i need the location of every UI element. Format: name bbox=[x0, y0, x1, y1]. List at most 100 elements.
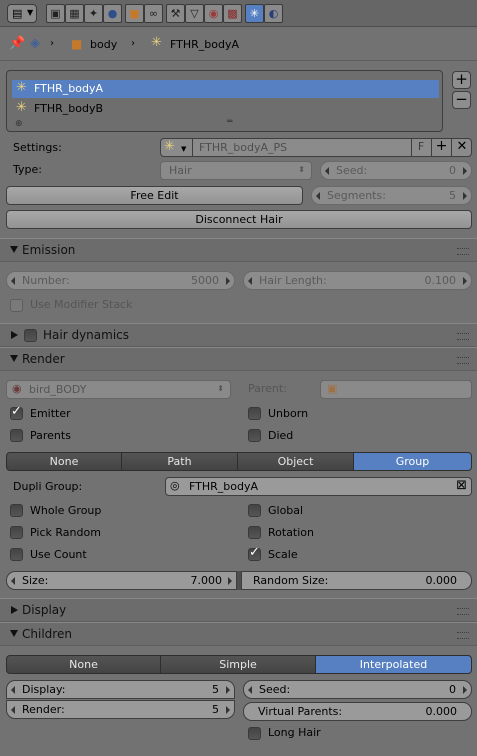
emitter-checkbox[interactable]: ✓ bbox=[10, 405, 23, 420]
resize-grip-icon[interactable]: ═ bbox=[227, 115, 232, 129]
rotation-checkbox[interactable] bbox=[248, 526, 261, 539]
breadcrumb-particle-system: FTHR_bodyA bbox=[170, 38, 239, 51]
long-hair-checkbox[interactable] bbox=[248, 727, 261, 740]
tab-world[interactable]: ● bbox=[103, 4, 122, 23]
increment-icon[interactable] bbox=[226, 706, 230, 714]
particle-settings-icon[interactable]: ✳ bbox=[164, 140, 175, 154]
new-settings-button[interactable]: + bbox=[431, 138, 451, 157]
free-edit-label: Free Edit bbox=[130, 189, 179, 202]
use-modifier-stack-checkbox[interactable] bbox=[10, 299, 23, 312]
list-item-selected[interactable]: ✳ FTHR_bodyA bbox=[12, 80, 439, 98]
tab-physics[interactable]: ◐ bbox=[264, 4, 283, 23]
fake-user-button[interactable]: F bbox=[411, 138, 430, 157]
random-size-field[interactable]: Random Size: 0.000 bbox=[241, 571, 472, 590]
increment-icon[interactable] bbox=[228, 577, 232, 585]
emission-panel-header[interactable]: Emission bbox=[0, 238, 477, 262]
material-dropdown[interactable]: ◉ bird_BODY ⬍ bbox=[6, 380, 231, 399]
decrement-icon[interactable] bbox=[325, 167, 329, 175]
add-slot-button[interactable]: + bbox=[452, 71, 471, 89]
drag-handle-icon[interactable] bbox=[457, 632, 469, 639]
tab-constraints[interactable]: ∞ bbox=[144, 4, 163, 23]
decrement-icon[interactable] bbox=[248, 277, 252, 285]
parent-field[interactable]: ▣ bbox=[320, 380, 472, 399]
drag-handle-icon[interactable] bbox=[457, 248, 469, 255]
drag-handle-icon[interactable] bbox=[457, 333, 469, 340]
tab-render-layers[interactable]: ▦ bbox=[65, 4, 84, 23]
tab-scene[interactable]: ✦ bbox=[84, 4, 103, 23]
chevron-updown-icon: ⬍ bbox=[298, 165, 305, 174]
pin-icon[interactable]: 📌 bbox=[9, 37, 25, 51]
render-panel-header[interactable]: Render bbox=[0, 347, 477, 371]
children-mode-interpolated[interactable]: Interpolated bbox=[315, 655, 472, 674]
decrement-icon[interactable] bbox=[11, 686, 15, 694]
particle-system-list[interactable]: ✳ FTHR_bodyA ✳ FTHR_bodyB ⊕ ═ bbox=[6, 70, 443, 132]
hair-dynamics-panel-header[interactable]: Hair dynamics bbox=[0, 323, 477, 347]
dupli-group-field[interactable]: ◎ FTHR_bodyA ⊠ bbox=[165, 477, 472, 496]
scale-checkbox[interactable]: ✓ bbox=[248, 546, 261, 561]
render-mode-object[interactable]: Object bbox=[237, 452, 354, 471]
global-checkbox[interactable] bbox=[248, 504, 261, 517]
children-mode-none[interactable]: None bbox=[6, 655, 161, 674]
display-panel-header[interactable]: Display bbox=[0, 598, 477, 622]
tab-data[interactable]: ▽ bbox=[185, 4, 204, 23]
decrement-icon[interactable] bbox=[248, 686, 252, 694]
disconnect-hair-button[interactable]: Disconnect Hair bbox=[6, 210, 472, 229]
render-mode-none[interactable]: None bbox=[6, 452, 122, 471]
whole-group-checkbox[interactable] bbox=[10, 504, 23, 517]
tab-particles[interactable]: ✳ bbox=[245, 4, 264, 23]
close-icon[interactable]: ⊠ bbox=[456, 479, 467, 493]
hair-dynamics-checkbox[interactable] bbox=[24, 329, 37, 342]
decrement-icon[interactable] bbox=[11, 277, 15, 285]
died-checkbox[interactable] bbox=[248, 429, 261, 442]
pick-random-checkbox[interactable] bbox=[10, 526, 23, 539]
increment-icon[interactable] bbox=[226, 277, 230, 285]
settings-datablock[interactable]: ✳ ▼ FTHR_bodyA_PS F + ✕ bbox=[160, 138, 472, 157]
type-dropdown[interactable]: Hair ⬍ bbox=[160, 161, 312, 180]
tab-object[interactable]: ■ bbox=[125, 4, 144, 23]
drag-handle-icon[interactable] bbox=[457, 357, 469, 364]
render-mode-path[interactable]: Path bbox=[121, 452, 238, 471]
use-count-label: Use Count bbox=[30, 548, 87, 561]
increment-icon[interactable] bbox=[463, 192, 467, 200]
drag-handle-icon[interactable] bbox=[457, 608, 469, 615]
filter-options-icon[interactable]: ⊕ bbox=[15, 117, 23, 131]
children-mode-simple[interactable]: Simple bbox=[160, 655, 316, 674]
type-label: Type: bbox=[13, 163, 42, 176]
render-mode-group[interactable]: Group bbox=[353, 452, 472, 471]
segments-field[interactable]: Segments: 5 bbox=[311, 186, 472, 205]
decrement-icon[interactable] bbox=[11, 577, 15, 585]
decrement-icon[interactable] bbox=[316, 192, 320, 200]
unlink-settings-button[interactable]: ✕ bbox=[451, 138, 472, 157]
increment-icon[interactable] bbox=[463, 167, 467, 175]
list-item[interactable]: ✳ FTHR_bodyB bbox=[12, 100, 439, 118]
unborn-checkbox[interactable] bbox=[248, 407, 261, 420]
free-edit-button[interactable]: Free Edit bbox=[6, 186, 303, 205]
editor-type-icon: ▤ bbox=[12, 7, 23, 20]
tab-render[interactable]: ▣ bbox=[46, 4, 65, 23]
tab-modifiers[interactable]: ⚒ bbox=[166, 4, 185, 23]
tab-texture[interactable]: ▩ bbox=[223, 4, 242, 23]
children-seed-field[interactable]: Seed: 0 bbox=[243, 680, 472, 699]
editor-type-button[interactable]: ▤ ▼ bbox=[7, 4, 37, 23]
children-display-field[interactable]: Display: 5 bbox=[6, 680, 235, 699]
settings-name[interactable]: FTHR_bodyA_PS bbox=[199, 141, 287, 155]
children-panel-header[interactable]: Children bbox=[0, 622, 477, 646]
size-field[interactable]: Size: 7.000 bbox=[6, 571, 237, 590]
material-value: bird_BODY bbox=[29, 383, 87, 396]
use-count-checkbox[interactable] bbox=[10, 548, 23, 561]
remove-slot-button[interactable]: − bbox=[452, 91, 471, 109]
increment-icon[interactable] bbox=[463, 686, 467, 694]
virtual-parents-field[interactable]: Virtual Parents: 0.000 bbox=[243, 702, 472, 721]
plus-icon: + bbox=[435, 138, 448, 154]
parents-checkbox[interactable] bbox=[10, 429, 23, 442]
number-field[interactable]: Number: 5000 bbox=[6, 271, 235, 290]
tab-material[interactable]: ◉ bbox=[204, 4, 223, 23]
decrement-icon[interactable] bbox=[11, 706, 15, 714]
material-icon: ◉ bbox=[208, 7, 219, 20]
hair-length-field[interactable]: Hair Length: 0.100 bbox=[243, 271, 472, 290]
children-render-field[interactable]: Render: 5 bbox=[6, 700, 235, 719]
increment-icon[interactable] bbox=[226, 686, 230, 694]
seed-field[interactable]: Seed: 0 bbox=[320, 161, 472, 180]
display-value: 5 bbox=[212, 683, 219, 696]
increment-icon[interactable] bbox=[463, 277, 467, 285]
